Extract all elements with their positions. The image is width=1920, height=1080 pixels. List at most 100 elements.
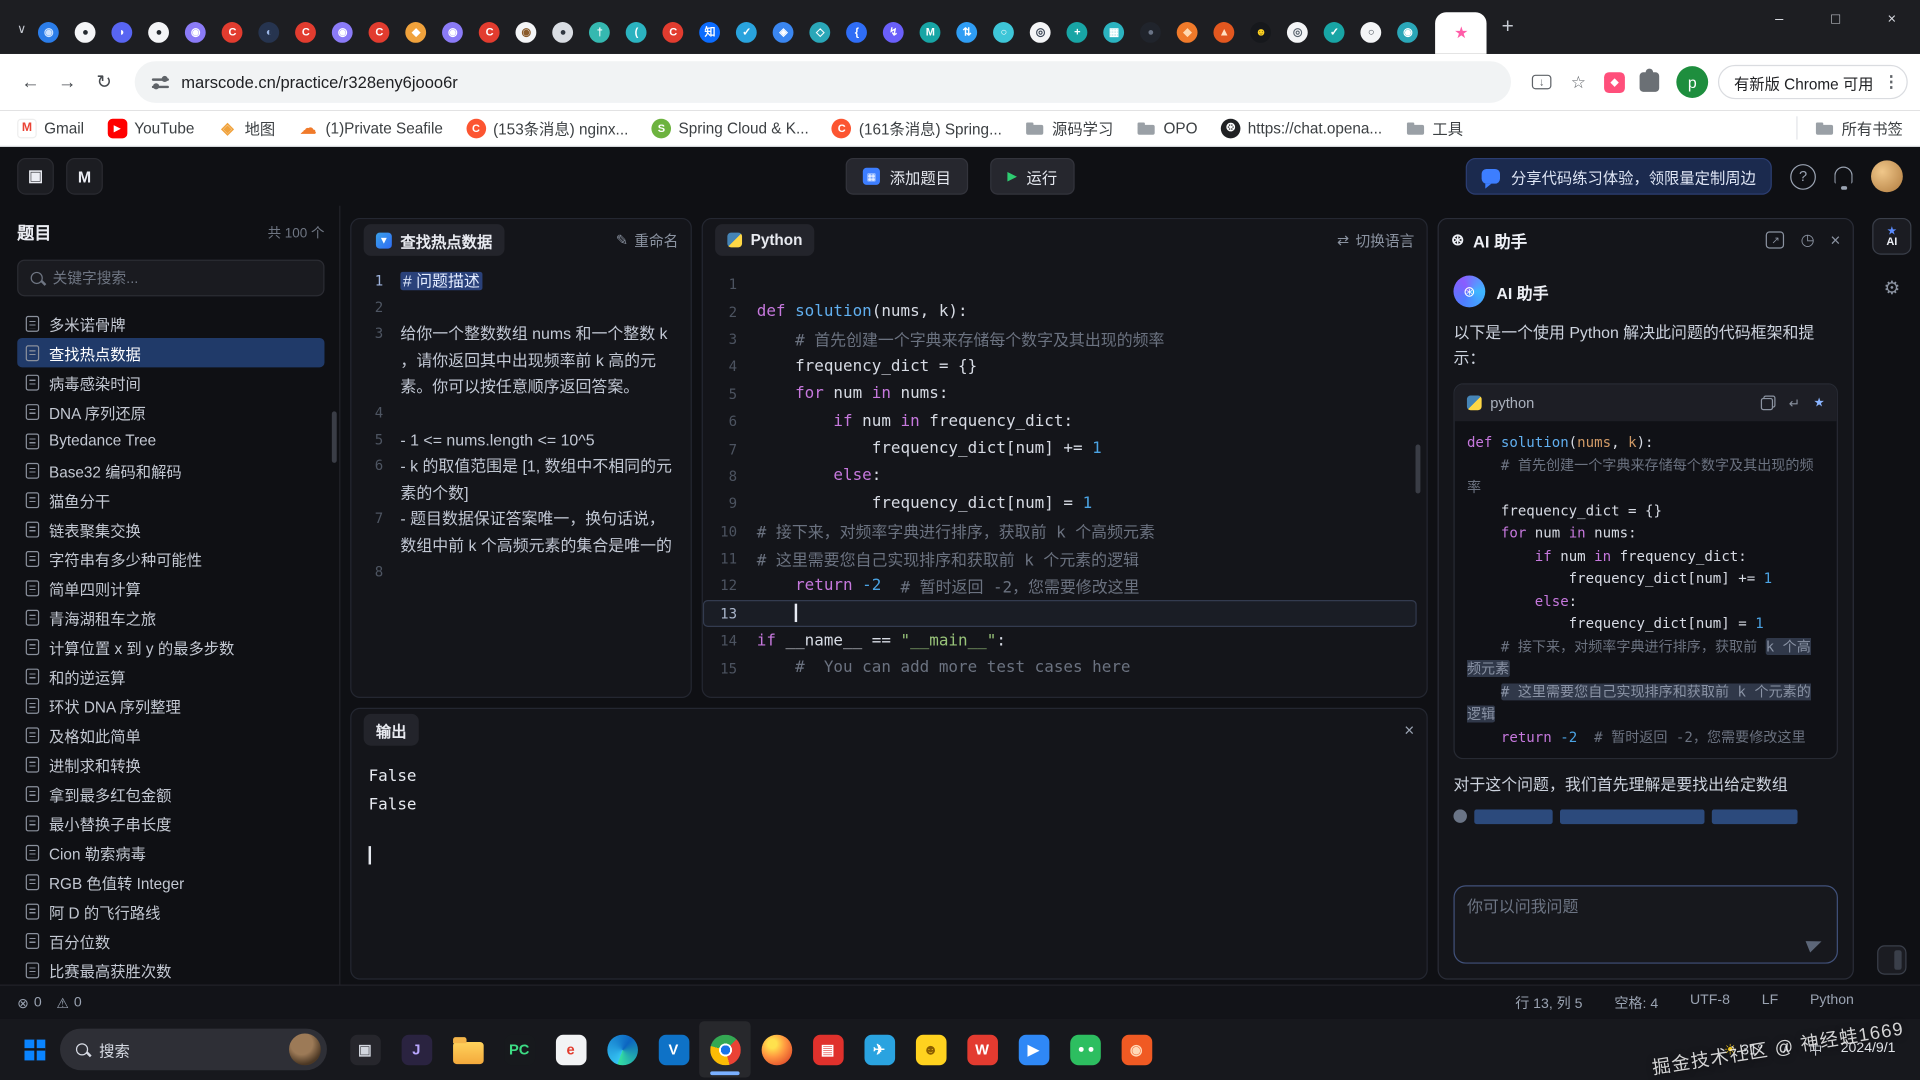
back-button[interactable]: ← <box>12 64 49 101</box>
chrome-update-chip[interactable]: 有新版 Chrome 可用 ⋮ <box>1718 65 1908 99</box>
sidebar-item-problem[interactable]: RGB 色值转 Integer <box>17 867 324 896</box>
rename-button[interactable]: ✎ 重命名 <box>616 230 679 251</box>
profile-avatar[interactable]: p <box>1676 66 1708 98</box>
ai-magic-icon[interactable]: ★ <box>1814 396 1825 409</box>
taskbar-blue-app-icon[interactable]: ▶ <box>1008 1021 1059 1077</box>
browser-tab[interactable]: ● <box>1140 22 1161 43</box>
new-tab-button[interactable]: + <box>1502 15 1514 39</box>
sidebar-item-problem[interactable]: Bytedance Tree <box>17 426 324 455</box>
browser-tab[interactable]: ◉ <box>332 22 353 43</box>
browser-tab[interactable]: C <box>222 22 243 43</box>
taskbar-eleme-icon[interactable]: e <box>545 1021 596 1077</box>
browser-tab[interactable]: † <box>589 22 610 43</box>
browser-tab[interactable]: ◇ <box>810 22 831 43</box>
bookmark-item[interactable]: ☁(1)Private Seafile <box>299 118 443 138</box>
insert-code-icon[interactable]: ↵ <box>1789 395 1800 411</box>
browser-tab[interactable]: C <box>296 22 317 43</box>
sidebar-item-problem[interactable]: 进制求和转换 <box>17 749 324 778</box>
output-close-icon[interactable]: × <box>1404 720 1414 740</box>
ai-close-icon[interactable]: × <box>1830 230 1840 250</box>
sidebar-item-problem[interactable]: 及格如此简单 <box>17 720 324 749</box>
install-icon[interactable] <box>1523 75 1560 90</box>
taskbar-purple-app-icon[interactable]: J <box>391 1021 442 1077</box>
copy-code-icon[interactable] <box>1761 396 1776 411</box>
all-bookmarks-button[interactable]: 所有书签 <box>1796 116 1903 139</box>
bookmark-item[interactable]: ◈地图 <box>218 116 276 139</box>
browser-tab[interactable]: ▦ <box>1104 22 1125 43</box>
sidebar-scrollbar[interactable] <box>332 411 337 462</box>
browser-tab[interactable]: ◐ <box>259 22 280 43</box>
sidebar-item-problem[interactable]: 比赛最高获胜次数 <box>17 955 324 979</box>
ai-export-icon[interactable]: ↗ <box>1766 231 1784 248</box>
browser-tab[interactable]: ( <box>626 22 647 43</box>
bookmark-star-icon[interactable]: ☆ <box>1560 72 1597 93</box>
sidebar-item-problem[interactable]: 环状 DNA 序列整理 <box>17 691 324 720</box>
bookmark-item[interactable]: ⊛https://chat.opena... <box>1221 118 1382 138</box>
settings-gear-icon[interactable]: ⚙ <box>1880 277 1904 299</box>
browser-tab[interactable]: ◉ <box>185 22 206 43</box>
taskbar-red-app-icon[interactable]: ▤ <box>802 1021 853 1077</box>
maximize-button[interactable]: □ <box>1807 0 1863 37</box>
collapse-panel-icon[interactable] <box>1877 945 1906 974</box>
browser-tab[interactable]: ⇅ <box>957 22 978 43</box>
browser-tab[interactable]: ▲ <box>1214 22 1235 43</box>
browser-tab[interactable]: C <box>479 22 500 43</box>
sidebar-item-problem[interactable]: 多米诺骨牌 <box>17 309 324 338</box>
tab-search-icon[interactable]: ∨ <box>17 23 26 36</box>
taskbar-wps-icon[interactable]: W <box>956 1021 1007 1077</box>
browser-tab[interactable]: C <box>663 22 684 43</box>
browser-tab[interactable]: ◆ <box>1177 22 1198 43</box>
browser-tab[interactable]: + <box>1067 22 1088 43</box>
app-logo-icon[interactable]: ▣ <box>17 158 54 195</box>
browser-tab[interactable]: ◎ <box>1287 22 1308 43</box>
sidebar-item-problem[interactable]: 最小替换子串长度 <box>17 808 324 837</box>
hidden-icons-chevron[interactable]: ∧ <box>1782 1043 1791 1056</box>
taskbar-orange-app-icon[interactable]: ◉ <box>1111 1021 1162 1077</box>
taskbar-telegram-icon[interactable]: ✈ <box>853 1021 904 1077</box>
extension-pin-icon[interactable]: ◆ <box>1604 72 1625 93</box>
browser-tab[interactable]: ◗ <box>112 22 133 43</box>
ai-conversation[interactable]: ⊛ AI 助手 以下是一个使用 Python 解决此问题的代码框架和提示： py… <box>1439 261 1853 878</box>
bookmark-item[interactable]: C(153条消息) nginx... <box>466 116 628 139</box>
sidebar-item-problem[interactable]: 查找热点数据 <box>17 338 324 367</box>
help-button[interactable]: ? <box>1790 163 1816 189</box>
browser-tab[interactable]: ◉ <box>516 22 537 43</box>
sidebar-item-problem[interactable]: 阿 D 的飞行路线 <box>17 896 324 925</box>
sidebar-item-problem[interactable]: DNA 序列还原 <box>17 397 324 426</box>
problem-tab[interactable]: ▼ 查找热点数据 <box>364 224 505 256</box>
minimize-button[interactable]: – <box>1751 0 1807 37</box>
bookmark-item[interactable]: 源码学习 <box>1025 116 1113 139</box>
run-button[interactable]: ▶ 运行 <box>990 158 1074 195</box>
notification-bell-icon[interactable] <box>1834 167 1852 184</box>
bookmark-item[interactable]: SSpring Cloud & K... <box>652 118 809 138</box>
language-tab[interactable]: Python <box>715 224 815 256</box>
browser-tab[interactable]: ↯ <box>883 22 904 43</box>
bookmark-item[interactable]: ▶YouTube <box>107 118 194 138</box>
weather-widget[interactable]: ☀ 31° <box>1724 1041 1764 1058</box>
browser-tab[interactable]: 知 <box>700 22 721 43</box>
browser-tab[interactable]: ○ <box>1361 22 1382 43</box>
browser-tab[interactable]: ◉ <box>38 22 59 43</box>
bookmark-item[interactable]: 工具 <box>1405 116 1463 139</box>
marscode-logo-icon[interactable]: M <box>66 158 103 195</box>
close-button[interactable]: × <box>1864 0 1920 37</box>
browser-tab[interactable]: ◎ <box>1030 22 1051 43</box>
taskbar-vscode-icon[interactable]: V <box>648 1021 699 1077</box>
taskbar-wechat-icon[interactable] <box>1059 1021 1110 1077</box>
browser-tab[interactable]: ✓ <box>1324 22 1345 43</box>
ai-history-icon[interactable]: ◷ <box>1801 230 1815 250</box>
browser-tab[interactable]: ○ <box>993 22 1014 43</box>
search-highlight-image[interactable] <box>289 1033 321 1065</box>
taskbar-search[interactable]: 搜索 <box>60 1029 327 1071</box>
code-editor[interactable]: 12def solution(nums, k):3 # 首先创建一个字典来存储每… <box>703 261 1427 682</box>
sidebar-item-problem[interactable]: 百分位数 <box>17 926 324 955</box>
ai-question-input[interactable] <box>1467 898 1796 916</box>
bookmark-item[interactable]: C(161条消息) Spring... <box>832 116 1002 139</box>
search-box[interactable] <box>17 260 324 297</box>
site-settings-icon[interactable] <box>152 75 169 90</box>
output-console[interactable]: FalseFalse <box>351 751 1426 877</box>
browser-tab[interactable]: ✓ <box>736 22 757 43</box>
sidebar-item-problem[interactable]: 拿到最多红包金额 <box>17 779 324 808</box>
ai-rail-badge[interactable]: ★AI <box>1872 218 1911 255</box>
sidebar-item-problem[interactable]: 简单四则计算 <box>17 573 324 602</box>
